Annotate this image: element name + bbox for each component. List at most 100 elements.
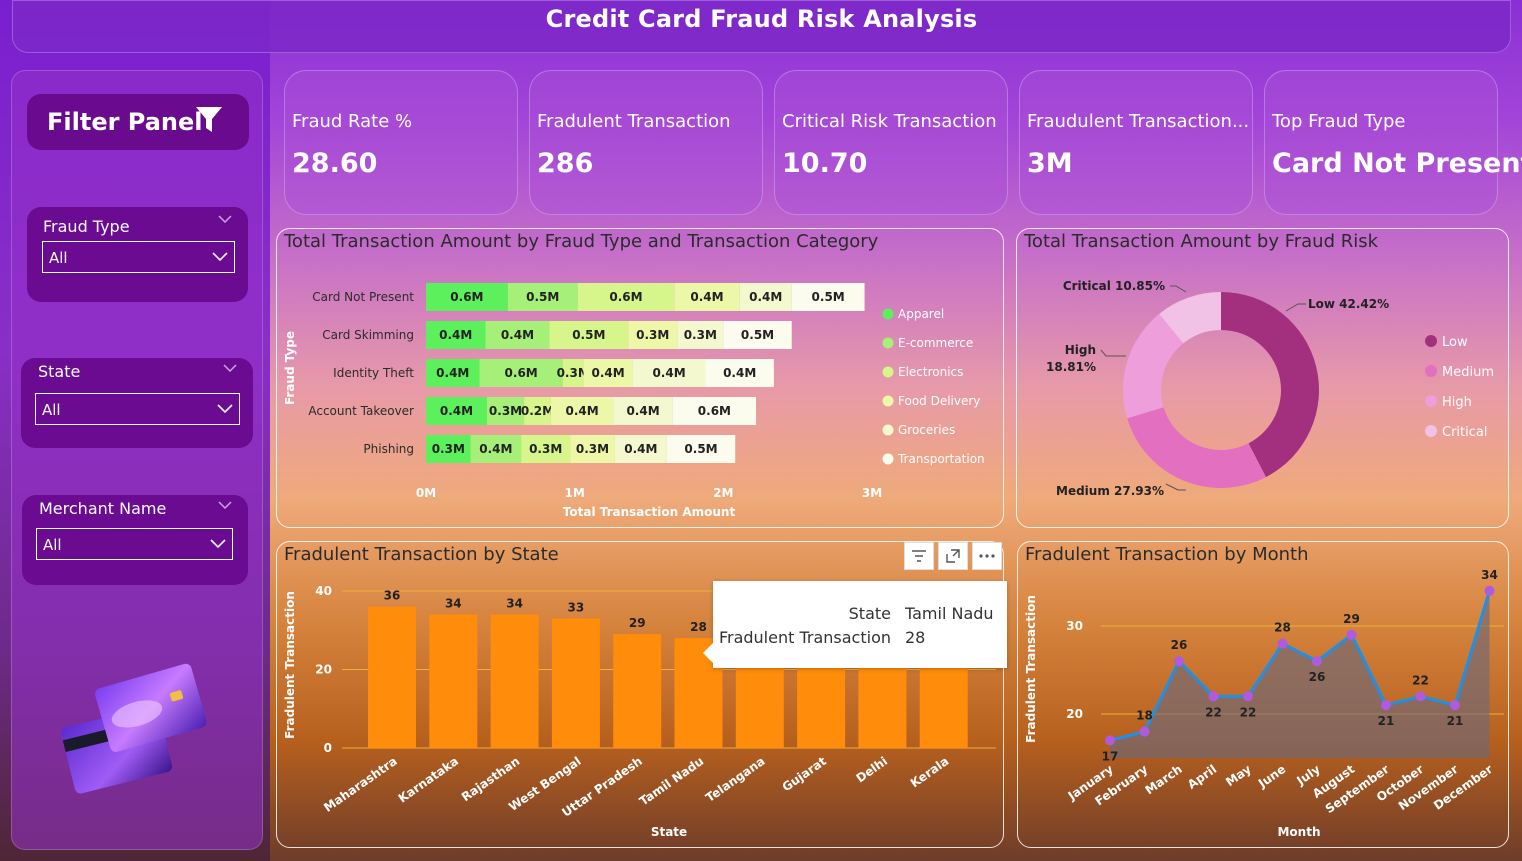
y-axis-label: Fraud Type bbox=[283, 331, 297, 405]
y-tick-label: Phishing bbox=[363, 442, 414, 456]
chevron-down-icon[interactable] bbox=[223, 364, 237, 372]
data-label: 0.4M bbox=[592, 366, 625, 380]
slicer-label: Merchant Name bbox=[39, 499, 167, 518]
kpi-fraudulent-amount: Fraudulent Transaction... 3M bbox=[1019, 70, 1253, 215]
x-tick-label: Tamil Nadu bbox=[637, 754, 706, 808]
x-tick-label: June bbox=[1255, 762, 1288, 791]
chevron-down-icon[interactable] bbox=[218, 215, 232, 223]
chevron-down-icon bbox=[210, 539, 226, 548]
data-label: 0.6M bbox=[698, 404, 731, 418]
slicer-merchant-name[interactable]: Merchant Name All bbox=[22, 495, 248, 585]
leader-line bbox=[1165, 483, 1186, 491]
data-label: 0.3M bbox=[636, 328, 669, 342]
legend-marker bbox=[1425, 365, 1437, 377]
slice-label: Low 42.42% bbox=[1308, 297, 1389, 311]
x-tick-label: 0M bbox=[416, 486, 436, 500]
kpi-critical-risk: Critical Risk Transaction 10.70 bbox=[774, 70, 1008, 215]
x-tick-label: Maharashtra bbox=[321, 754, 400, 815]
data-label: 0.3M bbox=[576, 442, 609, 456]
legend-marker bbox=[882, 395, 894, 407]
legend-label: Low bbox=[1442, 335, 1468, 350]
legend-label: Medium bbox=[1442, 365, 1494, 380]
funnel-icon bbox=[196, 107, 222, 132]
slice-label: High bbox=[1065, 343, 1096, 357]
data-label: 0.2M bbox=[521, 404, 554, 418]
data-point bbox=[1105, 735, 1115, 746]
slicer-state[interactable]: State All bbox=[21, 358, 253, 448]
y-tick-label: 20 bbox=[315, 663, 332, 677]
x-tick-label: Telangana bbox=[703, 754, 767, 805]
state-dropdown[interactable]: All bbox=[35, 393, 240, 425]
x-axis-label: Month bbox=[1277, 825, 1320, 839]
slicer-fraud-type[interactable]: Fraud Type All bbox=[27, 207, 248, 302]
data-label: 0.3M bbox=[432, 442, 465, 456]
data-label: 28 bbox=[690, 620, 707, 634]
tooltip-state-value: Tamil Nadu bbox=[905, 604, 994, 623]
data-label: 0.4M bbox=[723, 366, 756, 380]
filter-icon[interactable] bbox=[904, 542, 934, 570]
slice-label: Critical 10.85% bbox=[1063, 279, 1165, 293]
filter-panel-header: Filter Panel bbox=[27, 94, 249, 150]
bar bbox=[551, 618, 600, 748]
data-label: 0.5M bbox=[741, 328, 774, 342]
data-label: 26 bbox=[1309, 670, 1326, 684]
x-axis-label: State bbox=[651, 825, 687, 839]
legend-label: Food Delivery bbox=[898, 394, 980, 408]
tooltip: State Tamil Nadu Fradulent Transaction 2… bbox=[703, 581, 1007, 668]
page-title: Credit Card Fraud Risk Analysis bbox=[545, 4, 978, 33]
dropdown-value: All bbox=[49, 249, 68, 267]
data-label: 26 bbox=[1171, 638, 1188, 652]
month-area-chart: 203017January18February26March22April22M… bbox=[1024, 568, 1504, 839]
data-label: 28 bbox=[1274, 621, 1291, 635]
fraud-type-dropdown[interactable]: All bbox=[42, 241, 235, 273]
kpi-value: 286 bbox=[537, 148, 594, 179]
data-point bbox=[1415, 691, 1426, 702]
kpi-label: Fraudulent Transaction... bbox=[1027, 111, 1250, 132]
stacked-bar-chart: Card Not Present 0.6M 0.5M 0.6M 0.4M 0.4M 0.5M… bbox=[283, 283, 985, 519]
x-tick-label: Karnataka bbox=[396, 754, 461, 806]
chevron-down-icon bbox=[212, 252, 228, 261]
more-options-icon[interactable] bbox=[972, 542, 1002, 570]
data-label: 34 bbox=[506, 597, 523, 611]
data-point bbox=[1208, 691, 1219, 702]
leader-line bbox=[1285, 303, 1306, 312]
leader-line bbox=[1170, 285, 1187, 293]
data-point bbox=[1450, 700, 1460, 711]
data-label: 22 bbox=[1205, 705, 1222, 719]
x-tick-label: May bbox=[1223, 762, 1254, 789]
data-label: 33 bbox=[568, 600, 585, 614]
chevron-down-icon[interactable] bbox=[218, 501, 232, 509]
data-point bbox=[1346, 629, 1357, 640]
data-label: 0.4M bbox=[501, 328, 534, 342]
data-point bbox=[1484, 585, 1495, 596]
slice-label: Medium 27.93% bbox=[1056, 484, 1164, 498]
kpi-value: 10.70 bbox=[782, 148, 868, 179]
x-tick-label: 1M bbox=[565, 486, 585, 500]
data-point bbox=[1139, 726, 1150, 737]
data-label: 21 bbox=[1378, 714, 1395, 728]
merchant-name-dropdown[interactable]: All bbox=[36, 528, 233, 560]
legend-marker bbox=[1425, 395, 1437, 407]
data-label: 0.6M bbox=[609, 290, 642, 304]
legend-label: Transportation bbox=[897, 452, 985, 466]
focus-mode-icon[interactable] bbox=[938, 542, 968, 570]
slicer-label: Fraud Type bbox=[43, 217, 130, 236]
data-label: 0.4M bbox=[749, 290, 782, 304]
legend-marker bbox=[1425, 425, 1437, 437]
legend-marker bbox=[882, 453, 894, 465]
data-label: 0.5M bbox=[572, 328, 605, 342]
x-tick-label: April bbox=[1185, 762, 1219, 792]
data-label: 0.4M bbox=[626, 404, 659, 418]
x-tick-label: Kerala bbox=[908, 754, 952, 790]
data-label: 0.3M bbox=[684, 328, 717, 342]
x-tick-label: Gujarat bbox=[780, 754, 829, 795]
visual-header-icons bbox=[904, 542, 1002, 570]
dropdown-value: All bbox=[43, 536, 62, 554]
data-label: 0.4M bbox=[440, 404, 473, 418]
data-label: 29 bbox=[629, 616, 646, 630]
y-tick-label: Card Not Present bbox=[312, 290, 414, 304]
data-point bbox=[1277, 638, 1288, 649]
legend-label: Critical bbox=[1442, 425, 1487, 440]
legend-marker bbox=[1425, 335, 1437, 347]
data-point bbox=[1381, 700, 1391, 711]
